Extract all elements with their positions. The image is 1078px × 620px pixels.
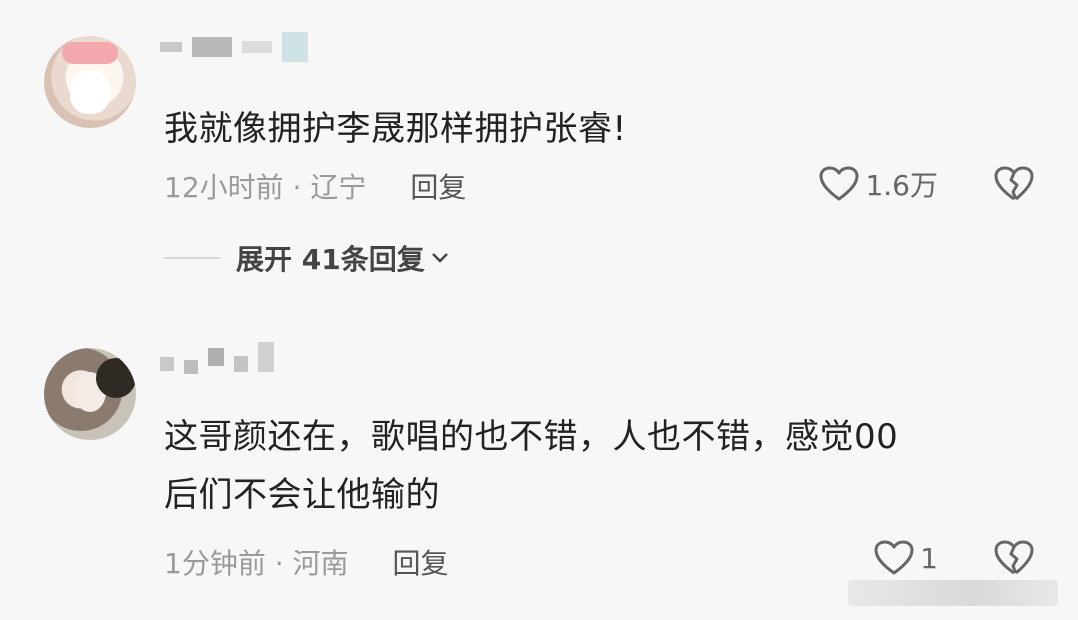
avatar-detail <box>70 70 110 114</box>
expand-label: 展开 41条回复 <box>236 243 425 276</box>
mosaic-block <box>282 32 308 62</box>
comment-text: 这哥颜还在，歌唱的也不错，人也不错，感觉00 后们不会让他输的 <box>164 417 899 515</box>
comment-meta: 1分钟前 · 河南 回复 <box>164 542 449 582</box>
comment-text: 我就像拥护李晟那样拥护张睿! <box>164 109 627 149</box>
comment-meta: 12小时前 · 辽宁 回复 <box>164 166 466 206</box>
time-location: 12小时前 · 辽宁 <box>164 171 367 204</box>
username-redacted[interactable] <box>160 342 274 374</box>
expand-replies-button[interactable]: 展开 41条回复 <box>164 238 449 278</box>
reply-button[interactable]: 回复 <box>393 542 449 582</box>
chevron-down-icon <box>431 252 449 264</box>
heart-outline-icon <box>819 166 859 202</box>
comment-actions: 1.6万 <box>819 164 1034 204</box>
watermark-redacted <box>848 580 1058 606</box>
time-location: 1分钟前 · 河南 <box>164 547 349 580</box>
comment-actions: 1 <box>874 540 1034 576</box>
mosaic-block <box>258 342 274 372</box>
reply-button[interactable]: 回复 <box>410 166 466 206</box>
broken-heart-icon[interactable] <box>994 540 1034 576</box>
mosaic-block <box>234 356 248 372</box>
avatar[interactable] <box>44 348 136 440</box>
broken-heart-icon[interactable] <box>994 166 1034 202</box>
like-button[interactable]: 1.6万 <box>819 164 938 204</box>
username-redacted[interactable] <box>160 32 308 62</box>
mosaic-block <box>160 42 182 52</box>
mosaic-block <box>208 348 224 366</box>
like-count: 1.6万 <box>865 169 938 202</box>
avatar-detail <box>62 42 118 64</box>
mosaic-block <box>242 41 272 53</box>
like-count: 1 <box>920 541 938 575</box>
mosaic-block <box>184 360 198 374</box>
heart-outline-icon <box>874 540 914 576</box>
like-button[interactable]: 1 <box>874 540 938 576</box>
mosaic-block <box>192 37 232 57</box>
mosaic-block <box>160 357 174 371</box>
avatar[interactable] <box>44 36 136 128</box>
divider <box>164 257 220 259</box>
avatar-detail <box>96 358 136 398</box>
